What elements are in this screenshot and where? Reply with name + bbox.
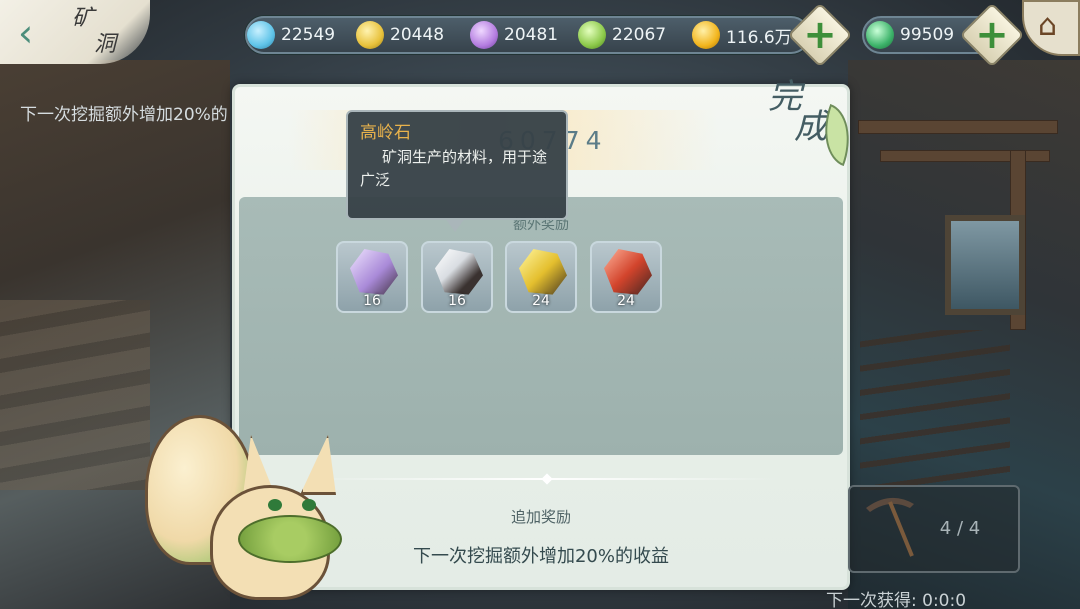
background-bonus-text: 下一次挖掘额外增加20%的 (20, 105, 228, 125)
green-crystal-icon (578, 21, 606, 49)
item-quantity: 24 (532, 293, 550, 309)
resource-green-crystal: 22067 (578, 20, 666, 50)
plus-icon: + (975, 11, 1009, 58)
purple-crystal-icon (470, 21, 498, 49)
resource-value: 22067 (612, 25, 667, 45)
resource-jade: 99509 (866, 20, 954, 50)
mascot-eye-left (268, 499, 282, 511)
next-gain-timer: 下一次获得: 0:0:0 (826, 591, 967, 609)
mine-beam-top (858, 120, 1058, 134)
reward-item-kaolin-stone[interactable]: 16 (421, 241, 493, 313)
page-title-line2: 洞 (94, 32, 117, 57)
resource-purple-crystal: 20481 (470, 20, 558, 50)
resource-value: 20448 (390, 25, 445, 45)
tooltip-item-name: 高岭石 (360, 123, 411, 143)
mine-rail (860, 330, 1010, 490)
mascot-leaf-collar (238, 515, 342, 563)
item-quantity: 24 (617, 293, 635, 309)
home-button[interactable]: ⌂ (1022, 0, 1080, 56)
back-button[interactable]: ‹ (18, 14, 48, 54)
stone-stairs (0, 300, 150, 490)
fox-mascot (140, 415, 355, 605)
chevron-left-icon: ‹ (18, 11, 34, 55)
resource-gold-crystal: 20448 (356, 20, 444, 50)
resource-blue-crystal: 22549 (247, 20, 335, 50)
blue-crystal-icon (247, 21, 275, 49)
gold-coin-icon (692, 21, 720, 49)
pickaxe-icon (866, 497, 914, 557)
plus-icon: + (803, 11, 837, 58)
mascot-ear-right (300, 435, 336, 495)
reward-item-red-ore[interactable]: 24 (590, 241, 662, 313)
red-ore-icon (604, 249, 652, 295)
add-jade-button[interactable]: + (959, 2, 1025, 68)
item-quantity: 16 (448, 293, 466, 309)
add-coin-button[interactable]: + (787, 2, 853, 68)
resource-value: 22549 (281, 25, 336, 45)
mine-tunnel (945, 215, 1025, 315)
kaolin-stone-icon (435, 249, 483, 295)
jade-icon (866, 21, 894, 49)
house-icon: ⌂ (1038, 8, 1058, 43)
resource-value: 20481 (504, 25, 559, 45)
gold-ore-icon (519, 249, 567, 295)
item-quantity: 16 (363, 293, 381, 309)
gold-crystal-icon (356, 21, 384, 49)
tooltip-item-description: 矿洞生产的材料，用于途广泛 (360, 148, 548, 189)
mining-count: 4 / 4 (939, 518, 981, 539)
page-title-line1: 矿 (72, 6, 95, 31)
page-title: 矿 洞 (72, 6, 132, 62)
mascot-eye-right (302, 499, 316, 511)
reward-item-gold-ore[interactable]: 24 (505, 241, 577, 313)
top-bar: ‹ 矿 洞 22549 20448 20481 22067 116.6万 + 9… (0, 0, 1080, 68)
tooltip-arrow (445, 218, 465, 232)
purple-ore-icon (350, 249, 398, 295)
resource-value: 116.6万 (726, 27, 792, 48)
resource-gold-coin: 116.6万 (692, 20, 792, 50)
reward-item-purple-ore[interactable]: 16 (336, 241, 408, 313)
resource-value: 99509 (900, 25, 955, 45)
